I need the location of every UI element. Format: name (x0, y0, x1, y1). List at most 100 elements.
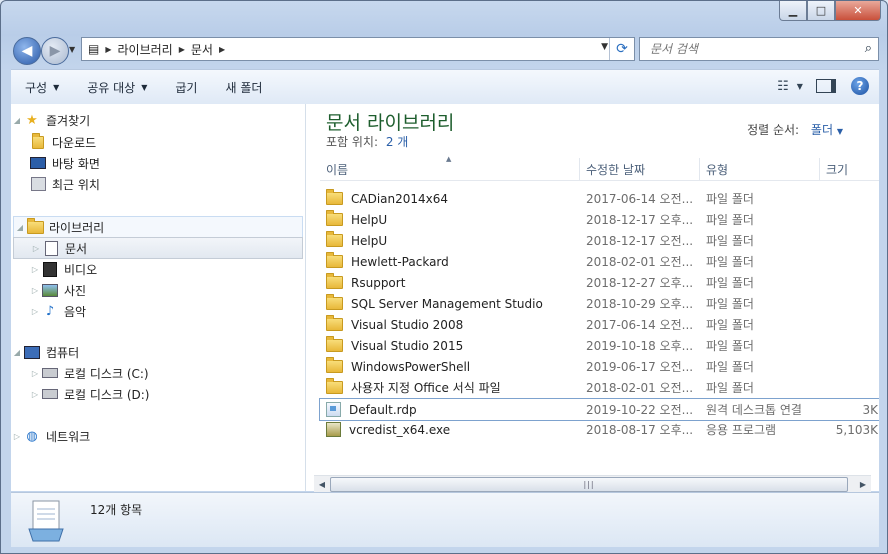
address-history-dropdown[interactable]: ▼ (601, 42, 608, 52)
minimize-button[interactable]: ▁ (779, 1, 807, 21)
breadcrumb-documents[interactable]: 문서 (185, 41, 219, 58)
column-divider[interactable] (819, 158, 820, 180)
nav-documents-label: 문서 (65, 241, 88, 256)
documents-library-icon (42, 240, 60, 256)
collapse-icon[interactable]: ◢ (11, 116, 23, 125)
search-input[interactable] (648, 41, 852, 57)
horizontal-scrollbar[interactable]: ◀ ||| ▶ (314, 475, 871, 492)
file-name: 사용자 지정 Office 서식 파일 (351, 381, 501, 395)
collapse-icon[interactable]: ◢ (11, 348, 23, 357)
preview-pane-button[interactable] (815, 76, 837, 96)
expand-icon[interactable]: ▷ (29, 390, 41, 399)
column-header-size[interactable]: 크기 (826, 158, 848, 180)
expand-icon[interactable]: ▷ (29, 286, 41, 295)
expand-icon[interactable]: ▷ (29, 265, 41, 274)
expand-icon[interactable]: ▷ (30, 244, 42, 253)
chevron-down-icon: ▼ (836, 127, 843, 136)
organize-button[interactable]: 구성 ▼ (11, 70, 73, 104)
nav-libraries[interactable]: ◢ 라이브러리 (13, 216, 303, 238)
folder-row[interactable]: HelpU 2018-12-17 오후... 파일 폴더 (320, 209, 879, 230)
includes-label: 포함 위치: (326, 135, 379, 149)
folder-row[interactable]: 사용자 지정 Office 서식 파일 2018-02-01 오전... 파일 폴더 (320, 377, 879, 398)
refresh-button[interactable]: ⟳ (609, 38, 634, 60)
file-name-cell: Rsupport (326, 272, 576, 293)
breadcrumb-separator-icon[interactable]: ▶ (219, 45, 225, 54)
arrange-by-dropdown[interactable]: 폴더 ▼ (811, 123, 843, 137)
scroll-left-icon[interactable]: ◀ (314, 476, 330, 492)
column-header-date[interactable]: 수정한 날짜 (586, 158, 645, 180)
maximize-button[interactable]: □ (807, 1, 835, 21)
nav-downloads[interactable]: 다운로드 (29, 132, 96, 152)
column-divider[interactable] (699, 158, 700, 180)
scroll-right-icon[interactable]: ▶ (855, 476, 871, 492)
folder-row[interactable]: Visual Studio 2015 2019-10-18 오후... 파일 폴더 (320, 335, 879, 356)
organize-label: 구성 (25, 80, 48, 95)
nav-network[interactable]: ▷ ◍ 네트워크 (11, 426, 90, 446)
view-options-button[interactable]: ☷ ▼ (777, 76, 803, 96)
search-box[interactable]: ⌕ (639, 37, 879, 61)
recent-pages-dropdown[interactable]: ▼ (69, 45, 75, 54)
nav-computer[interactable]: ◢ 컴퓨터 (11, 342, 79, 362)
nav-videos[interactable]: ▷ 비디오 (29, 259, 97, 279)
column-header-type[interactable]: 유형 (706, 158, 728, 180)
file-row[interactable]: Default.rdp 2019-10-22 오전... 원격 데스크톱 연결 3K (319, 398, 879, 421)
back-button[interactable]: ◀ (13, 37, 41, 65)
nav-favorites[interactable]: ◢ ★ 즐겨찾기 (11, 110, 90, 130)
modified-date-cell: 2019-10-18 오후... (586, 339, 694, 353)
column-divider[interactable] (579, 158, 580, 180)
file-size-cell (828, 272, 878, 293)
collapse-icon[interactable]: ◢ (14, 223, 26, 232)
file-name: HelpU (351, 233, 388, 248)
nav-desktop-label: 바탕 화면 (52, 156, 100, 171)
file-type-cell: 파일 폴더 (706, 360, 754, 374)
file-name-cell: Visual Studio 2008 (326, 314, 576, 335)
folder-row[interactable]: HelpU 2018-12-17 오전... 파일 폴더 (320, 230, 879, 251)
expand-icon[interactable]: ▷ (11, 432, 23, 441)
burn-button[interactable]: 굽기 (161, 70, 211, 104)
file-row[interactable]: vcredist_x64.exe 2018-08-17 오후... 응용 프로그램 5… (320, 419, 879, 440)
folder-row[interactable]: Hewlett-Packard 2018-02-01 오전... 파일 폴더 (320, 251, 879, 272)
column-header-name[interactable]: 이름 (326, 158, 348, 180)
computer-icon (23, 344, 41, 360)
includes-locations-link[interactable]: 2 개 (386, 135, 409, 149)
file-list-pane: 문서 라이브러리 포함 위치: 2 개 정렬 순서: 폴더 ▼ ▲ 이름 수정한… (306, 104, 879, 492)
command-bar: 구성 ▼ 공유 대상 ▼ 굽기 새 폴더 ☷ ▼ ? (11, 69, 879, 105)
modified-date-cell: 2019-10-22 오전... (586, 403, 694, 417)
forward-button[interactable]: ▶ (41, 37, 69, 65)
file-name: Visual Studio 2008 (351, 317, 464, 332)
file-type-cell: 응용 프로그램 (706, 423, 777, 437)
chevron-down-icon: ▼ (796, 81, 803, 91)
file-name-cell: Visual Studio 2015 (326, 335, 576, 356)
breadcrumb-libraries[interactable]: 라이브러리 (112, 41, 179, 58)
file-name: Rsupport (351, 275, 406, 290)
close-button[interactable]: ✕ (835, 1, 881, 21)
folder-icon (326, 252, 343, 268)
pictures-library-icon (41, 282, 59, 298)
new-folder-button[interactable]: 새 폴더 (211, 70, 276, 104)
nav-documents[interactable]: ▷ 문서 (13, 237, 303, 259)
nav-recent-places[interactable]: 최근 위치 (29, 174, 100, 194)
folder-row[interactable]: WindowsPowerShell 2019-06-17 오전... 파일 폴더 (320, 356, 879, 377)
search-icon[interactable]: ⌕ (865, 41, 872, 56)
share-with-button[interactable]: 공유 대상 ▼ (73, 70, 161, 104)
nav-drive-c[interactable]: ▷ 로컬 디스크 (C:) (29, 363, 149, 383)
share-label: 공유 대상 (87, 80, 136, 95)
modified-date-cell: 2018-12-27 오후... (586, 276, 694, 290)
videos-library-icon (41, 261, 59, 277)
expand-icon[interactable]: ▷ (29, 369, 41, 378)
nav-pictures[interactable]: ▷ 사진 (29, 280, 86, 300)
modified-date-cell: 2017-06-14 오전... (586, 192, 694, 206)
address-bar[interactable]: ▤ ▶ 라이브러리 ▶ 문서 ▶ ▼ ⟳ (81, 37, 635, 61)
folder-row[interactable]: SQL Server Management Studio 2018-10-29 오… (320, 293, 879, 314)
expand-icon[interactable]: ▷ (29, 307, 41, 316)
nav-desktop[interactable]: 바탕 화면 (29, 153, 100, 173)
nav-music[interactable]: ▷ ♪ 음악 (29, 301, 86, 321)
scrollbar-thumb[interactable]: ||| (330, 477, 848, 492)
help-button[interactable]: ? (851, 77, 869, 95)
folder-row[interactable]: Visual Studio 2008 2017-06-14 오전... 파일 폴더 (320, 314, 879, 335)
explorer-window: ▁ □ ✕ ◀ ▶ ▼ ▤ ▶ 라이브러리 ▶ 문서 ▶ ▼ ⟳ ⌕ 구성 ▼ … (0, 0, 888, 554)
file-name: vcredist_x64.exe (349, 422, 451, 437)
nav-drive-d[interactable]: ▷ 로컬 디스크 (D:) (29, 384, 150, 404)
folder-row[interactable]: CADian2014x64 2017-06-14 오전... 파일 폴더 (320, 188, 879, 209)
folder-row[interactable]: Rsupport 2018-12-27 오후... 파일 폴더 (320, 272, 879, 293)
